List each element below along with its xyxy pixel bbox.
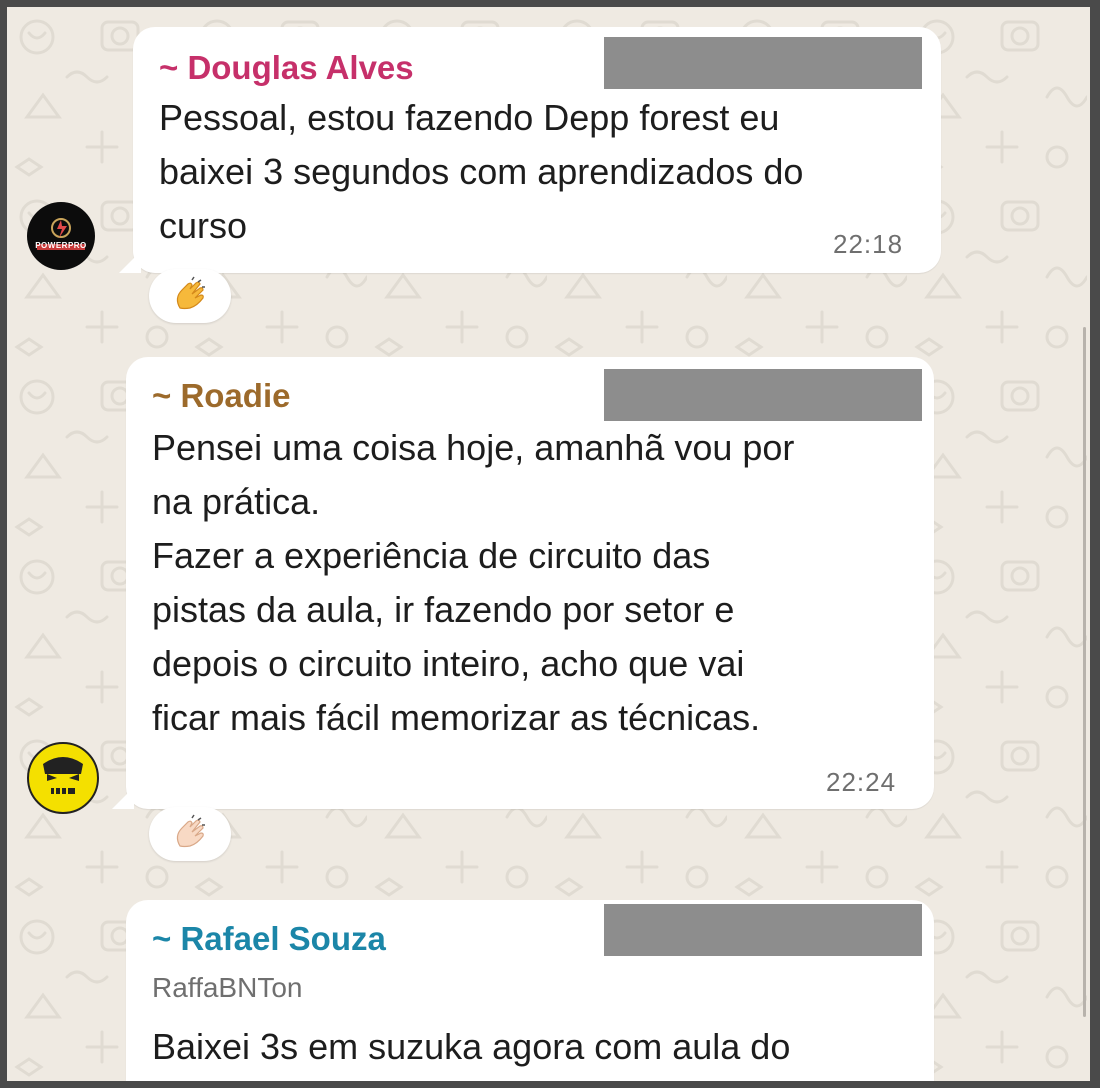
bubble-tail: [112, 787, 134, 809]
message-timestamp: 22:24: [826, 767, 897, 797]
message-line: na prática.: [152, 481, 321, 522]
message-bubble[interactable]: ~ Roadie Pensei uma coisa hoje, amanhã v…: [112, 357, 934, 809]
message-bubble[interactable]: ~ Douglas Alves Pessoal, estou fazendo D…: [119, 27, 941, 273]
reaction-pill[interactable]: [149, 269, 231, 323]
chat-panel: ~ Douglas Alves Pessoal, estou fazendo D…: [7, 7, 1090, 1081]
powerpro-logo-avatar[interactable]: POWERPRO: [27, 202, 95, 270]
message-line: Pessoal, estou fazendo Depp forest eu: [159, 97, 780, 138]
message-line: Fazer a experiência de circuito das: [152, 535, 711, 576]
message-line: depois o circuito inteiro, acho que vai: [152, 643, 745, 684]
redacted-phone-number: [604, 369, 922, 421]
sender-name[interactable]: ~ Roadie: [152, 377, 290, 415]
message-line: Baixei 3s em suzuka agora com aula do: [152, 1026, 791, 1067]
redacted-phone-number: [604, 37, 922, 89]
clapping-hands-emoji: [176, 276, 205, 310]
message-line: Pensei uma coisa hoje, amanhã vou por: [152, 427, 795, 468]
reaction-pill[interactable]: [149, 807, 231, 861]
message-line: pistas da aula, ir fazendo por setor e: [152, 589, 735, 630]
sender-handle: RaffaBNTon: [152, 972, 303, 1003]
message-line: baixei 3 segundos com aprendizados do: [159, 151, 804, 192]
message-line: curso: [159, 205, 248, 246]
scrollbar[interactable]: [1083, 327, 1086, 1017]
sender-name[interactable]: ~ Douglas Alves: [159, 49, 414, 87]
message-line: ficar mais fácil memorizar as técnicas.: [152, 697, 761, 738]
redacted-phone-number: [604, 904, 922, 956]
message-text: Baixei 3s em suzuka agora com aula do: [152, 1020, 790, 1074]
sender-name[interactable]: ~ Rafael Souza: [152, 920, 386, 958]
clapping-hands-light-emoji: [176, 814, 205, 848]
yellow-skull-avatar[interactable]: [27, 742, 99, 814]
message-text: Pensei uma coisa hoje, amanhã vou por na…: [152, 421, 794, 745]
message-bubble[interactable]: ~ Rafael Souza RaffaBNTon Baixei 3s em s…: [126, 900, 934, 1081]
avatar-logo-text: POWERPRO: [35, 241, 87, 250]
message-text: Pessoal, estou fazendo Depp forest eu ba…: [159, 91, 803, 253]
bubble-tail: [119, 251, 141, 273]
message-timestamp: 22:18: [833, 229, 904, 259]
